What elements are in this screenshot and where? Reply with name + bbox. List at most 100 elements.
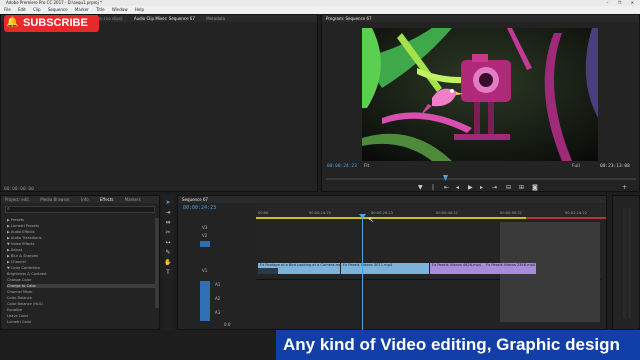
- clip-pexels-4626[interactable]: Fx Pexels Videos 4626.mp4: [430, 263, 484, 274]
- tab-metadata[interactable]: Metadata: [206, 16, 225, 21]
- extract-icon[interactable]: ⊞: [519, 184, 524, 191]
- menu-clip[interactable]: Clip: [33, 7, 41, 12]
- ripple-edit-tool-icon[interactable]: ⇹: [164, 219, 172, 227]
- ruler-tick-label: 00:01:14:22: [565, 211, 587, 215]
- effects-list-item[interactable]: Brightness & Contrast: [7, 272, 47, 276]
- slip-tool-icon[interactable]: ↔: [164, 239, 172, 247]
- timeline-panel: Sequence 67 00:00:24:23 00:00 00:00:14:23…: [177, 195, 607, 331]
- effects-list-item[interactable]: Lumetri Color: [7, 320, 31, 324]
- type-tool-icon[interactable]: T: [164, 269, 172, 277]
- audio-meters: [612, 195, 640, 330]
- track-a3[interactable]: A3: [215, 310, 220, 315]
- lift-icon[interactable]: ⊟: [506, 184, 511, 191]
- promo-banner: Any kind of Video editing, Graphic desig…: [276, 330, 640, 360]
- track-v1[interactable]: V1: [202, 268, 207, 273]
- program-scrubber[interactable]: [326, 178, 636, 180]
- add-button-icon[interactable]: +: [622, 184, 627, 191]
- source-patch-v1[interactable]: [200, 241, 210, 247]
- track-v2[interactable]: V2: [202, 233, 207, 238]
- effects-list-item[interactable]: Leave Color: [7, 314, 28, 318]
- menu-edit[interactable]: Edit: [18, 7, 26, 12]
- step-forward-icon[interactable]: ▸: [480, 184, 483, 191]
- clip-thumbnail: [258, 268, 278, 274]
- go-to-in-icon[interactable]: ⇤: [444, 184, 449, 191]
- tab-media-browser[interactable]: Media Browser: [40, 197, 70, 202]
- program-video-frame: [362, 28, 598, 161]
- mark-out-icon[interactable]: |: [432, 184, 434, 191]
- tab-program[interactable]: Program: Sequence 67: [326, 16, 372, 21]
- effects-list-item[interactable]: ▶ Channel: [7, 260, 26, 264]
- selection-tool-icon[interactable]: ➤: [164, 199, 172, 207]
- program-timecode[interactable]: 00:00:24:23: [327, 164, 357, 169]
- tab-project[interactable]: Project: edit: [5, 197, 29, 202]
- tab-effects[interactable]: Effects: [100, 197, 114, 202]
- meter-right: [628, 208, 631, 318]
- timeline-tabs: Sequence 67: [178, 196, 606, 203]
- menu-window[interactable]: Window: [112, 7, 128, 12]
- tools-panel: ➤ ⇥ ⇹ ✂ ↔ ✎ ✋ T: [162, 195, 174, 330]
- tab-audio-clip-mixer[interactable]: Audio Clip Mixer: Sequence 67: [134, 16, 195, 21]
- razor-tool-icon[interactable]: ✂: [164, 229, 172, 237]
- menu-marker[interactable]: Marker: [75, 7, 89, 12]
- meter-left: [623, 208, 626, 318]
- tab-sequence[interactable]: Sequence 67: [182, 197, 208, 202]
- render-bar: [526, 217, 606, 219]
- video-frame-image: [362, 28, 598, 161]
- menu-help[interactable]: Help: [135, 7, 144, 12]
- effects-list-item[interactable]: ▶ Audio Transitions: [7, 236, 42, 240]
- clip-pexels-2346[interactable]: Fx Pexels Videos 2346.mp4: [484, 263, 536, 274]
- effects-list-item[interactable]: ▶ Audio Effects: [7, 230, 34, 234]
- master-volume[interactable]: 0.0: [224, 322, 230, 327]
- mark-in-icon[interactable]: ▼: [418, 184, 423, 191]
- hand-tool-icon[interactable]: ✋: [164, 259, 172, 267]
- effects-list-item[interactable]: ▶ Presets: [7, 218, 24, 222]
- search-icon: ⌕: [7, 206, 10, 212]
- go-to-out-icon[interactable]: ⇥: [492, 184, 497, 191]
- source-patch-audio[interactable]: [200, 281, 210, 321]
- effects-list-item[interactable]: Color Balance: [7, 296, 32, 300]
- effects-scrollbar[interactable]: [155, 218, 159, 308]
- effects-list-item[interactable]: ▶ Blur & Sharpen: [7, 254, 38, 258]
- ruler-tick-label: 00:00:29:23: [371, 211, 393, 215]
- step-back-icon[interactable]: ◂: [456, 184, 459, 191]
- effects-list-item[interactable]: ▶ Adjust: [7, 248, 22, 252]
- menu-bar: File Edit Clip Sequence Marker Title Win…: [0, 6, 640, 14]
- effects-list-item[interactable]: Equalize: [7, 308, 22, 312]
- track-v3[interactable]: V3: [202, 225, 207, 230]
- effects-list-item[interactable]: ▶ Lumetri Presets: [7, 224, 39, 228]
- play-icon[interactable]: ▶: [468, 184, 473, 191]
- effects-list-item[interactable]: ▼ Video Effects: [7, 242, 34, 246]
- resolution-dropdown[interactable]: Full: [572, 164, 580, 169]
- ruler-tick-label: 00:00:14:23: [309, 211, 331, 215]
- track-a1[interactable]: A1: [215, 282, 220, 287]
- track-select-tool-icon[interactable]: ⇥: [164, 209, 172, 217]
- source-panel: Effect Controls Lumetri Scopes Source: (…: [0, 14, 318, 192]
- subscribe-button[interactable]: SUBSCRIBE: [4, 15, 99, 32]
- ruler-tick-label: 00:00:44:22: [436, 211, 458, 215]
- tab-info[interactable]: Info: [81, 197, 89, 202]
- menu-sequence[interactable]: Sequence: [48, 7, 68, 12]
- clip-pexels-3011[interactable]: Fx Pexels Videos 3011.mp4: [341, 263, 429, 274]
- effects-search-input[interactable]: [5, 206, 155, 213]
- effects-list-item[interactable]: Change Color: [7, 278, 31, 282]
- effects-list-item[interactable]: Color Balance (HLS): [7, 302, 43, 306]
- tab-markers[interactable]: Markers: [125, 197, 141, 202]
- effects-list-item[interactable]: ▼ Color Correction: [7, 266, 40, 270]
- timeline-timecode[interactable]: 00:00:24:23: [183, 205, 216, 211]
- export-frame-icon[interactable]: ◙: [532, 184, 538, 191]
- ruler-tick-label: 00:00: [258, 211, 269, 215]
- effects-panel: Project: edit Media Browser Info Effects…: [0, 195, 160, 330]
- ruler-tick-label: 00:00:59:22: [500, 211, 522, 215]
- track-a2[interactable]: A2: [215, 296, 220, 301]
- pen-tool-icon[interactable]: ✎: [164, 249, 172, 257]
- program-tabs: Program: Sequence 67: [322, 15, 639, 22]
- menu-file[interactable]: File: [4, 7, 11, 12]
- fit-dropdown[interactable]: Fit: [364, 164, 369, 169]
- effects-list-item[interactable]: Change to Color: [7, 284, 157, 288]
- effects-list-item[interactable]: Channel Mixer: [7, 290, 33, 294]
- menu-title[interactable]: Title: [96, 7, 105, 12]
- source-timecode: 00:00:00:00: [4, 187, 34, 192]
- bell-icon: 🔔: [6, 17, 19, 28]
- work-area-bar[interactable]: [256, 217, 526, 219]
- timeline-playhead[interactable]: [362, 217, 363, 331]
